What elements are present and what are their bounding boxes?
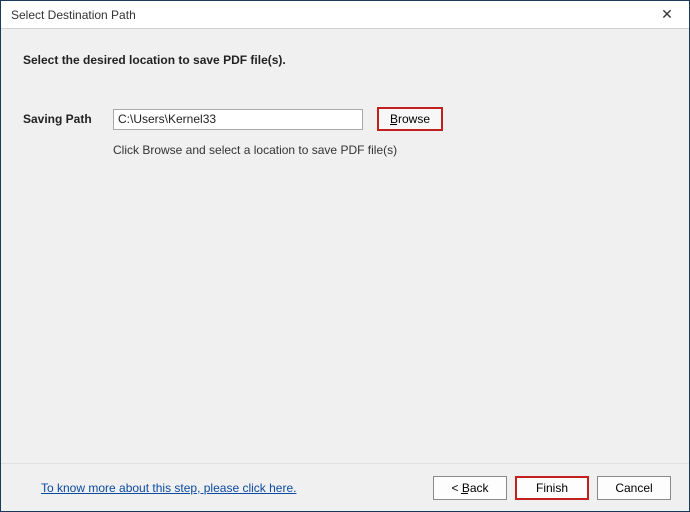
- back-button-label: < Back: [451, 481, 488, 495]
- footer-buttons: < Back Finish Cancel: [433, 476, 671, 500]
- finish-button-label: Finish: [536, 481, 568, 495]
- window-title: Select Destination Path: [11, 8, 136, 22]
- saving-path-row: Saving Path Browse: [23, 107, 667, 131]
- saving-path-input[interactable]: [113, 109, 363, 130]
- saving-path-label: Saving Path: [23, 112, 99, 126]
- page-heading: Select the desired location to save PDF …: [23, 53, 667, 67]
- help-link[interactable]: To know more about this step, please cli…: [41, 481, 296, 495]
- close-button[interactable]: ✕: [651, 4, 683, 26]
- finish-button[interactable]: Finish: [515, 476, 589, 500]
- browse-button[interactable]: Browse: [377, 107, 443, 131]
- browse-button-label: Browse: [390, 112, 430, 126]
- footer: To know more about this step, please cli…: [1, 463, 689, 511]
- cancel-button-label: Cancel: [615, 481, 652, 495]
- titlebar: Select Destination Path ✕: [1, 1, 689, 29]
- cancel-button[interactable]: Cancel: [597, 476, 671, 500]
- hint-text: Click Browse and select a location to sa…: [23, 143, 667, 157]
- close-icon: ✕: [661, 6, 673, 23]
- content-area: Select the desired location to save PDF …: [1, 29, 689, 463]
- back-button[interactable]: < Back: [433, 476, 507, 500]
- select-destination-dialog: Select Destination Path ✕ Select the des…: [0, 0, 690, 512]
